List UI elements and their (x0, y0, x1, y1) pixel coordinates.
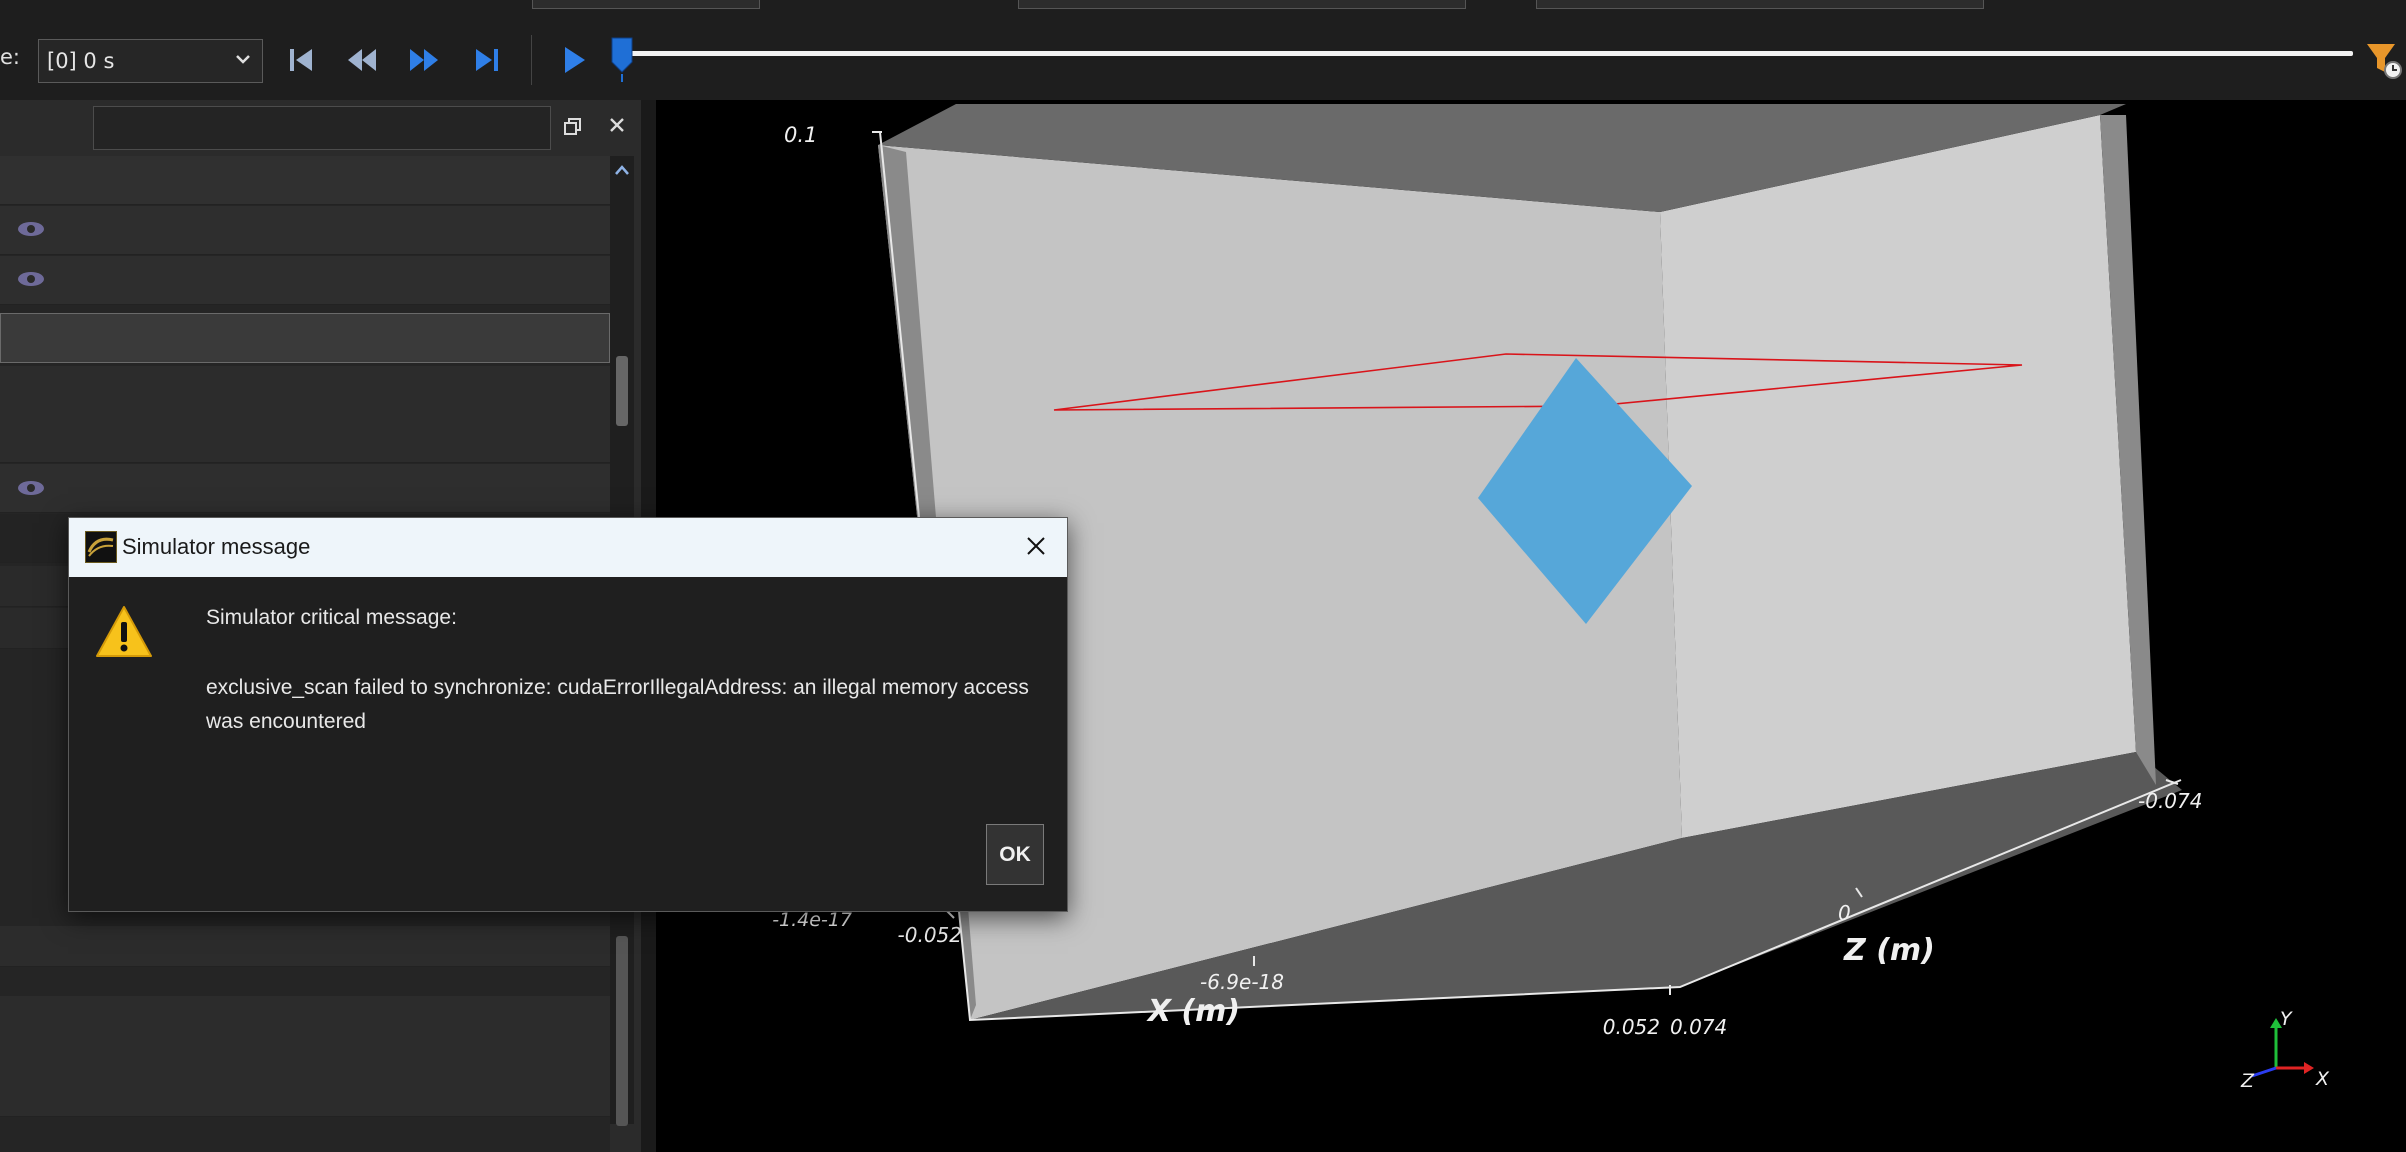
time-filter-icon[interactable] (2363, 40, 2403, 84)
x-axis-title: X (m) (1146, 994, 1240, 1029)
time-select[interactable]: [0] 0 s (38, 39, 263, 83)
tree-row-selected[interactable] (0, 313, 610, 363)
orientation-y-label: Y (2280, 1008, 2293, 1030)
tree-row[interactable] (0, 256, 610, 305)
y-axis-tick-label: 0.1 (784, 123, 817, 147)
previous-frame-button[interactable] (342, 40, 382, 80)
orientation-axes-widget: Y X Z (2240, 1008, 2330, 1092)
chevron-up-icon[interactable] (614, 162, 630, 181)
toolbar-separator (531, 35, 532, 85)
last-frame-button[interactable] (467, 40, 507, 80)
fast-forward-icon (410, 49, 438, 71)
chevron-down-icon (232, 48, 254, 74)
scrollbar-thumb[interactable] (616, 936, 628, 1126)
search-input[interactable] (93, 106, 551, 150)
first-frame-button[interactable] (281, 40, 321, 80)
tree-row[interactable] (0, 926, 610, 967)
z-axis-tick-label: 0.074 (1670, 1015, 1727, 1039)
time-select-value: [0] 0 s (47, 49, 115, 73)
tree-row[interactable] (0, 366, 610, 463)
warning-icon (93, 602, 155, 668)
skip-last-icon (476, 49, 498, 71)
z-axis-tick-label: -0.074 (2138, 789, 2202, 813)
x-axis-tick-label: -1.4e-17 (772, 909, 852, 931)
top-toolbar: e: [0] 0 s (0, 0, 2406, 100)
x-axis-tick-label: -0.052 (898, 923, 962, 947)
app-logo-icon (85, 531, 117, 563)
dialog-title: Simulator message (122, 534, 311, 559)
timeline-handle[interactable] (610, 36, 634, 88)
scrollbar-thumb[interactable] (616, 356, 628, 426)
close-panel-button[interactable] (606, 114, 628, 140)
orientation-x-label: X (2315, 1068, 2330, 1090)
tree-row[interactable] (0, 156, 610, 205)
visibility-eye-icon[interactable] (16, 219, 46, 243)
timeline-slider[interactable] (618, 51, 2353, 56)
orientation-z-label: Z (2240, 1070, 2255, 1092)
tree-row[interactable] (0, 206, 610, 255)
tree-row[interactable] (0, 996, 610, 1117)
next-frame-button[interactable] (404, 40, 444, 80)
toolbar-field[interactable] (532, 0, 760, 9)
play-icon (565, 47, 585, 73)
simulator-message-dialog: Simulator message Simulator critical mes… (68, 517, 1068, 912)
dialog-heading: Simulator critical message: (206, 606, 457, 629)
ok-button[interactable]: OK (986, 824, 1044, 885)
z-axis-tick-label: 0 (1838, 901, 1851, 925)
x-axis-tick-label: 0.052 (1603, 1015, 1660, 1039)
dialog-close-button[interactable] (1022, 532, 1050, 564)
visibility-eye-icon[interactable] (16, 478, 46, 502)
tree-row[interactable] (0, 464, 610, 513)
skip-first-icon (290, 49, 312, 71)
play-button[interactable] (554, 40, 594, 80)
restore-window-icon (564, 118, 581, 135)
rewind-icon (348, 49, 376, 71)
z-axis-title: Z (m) (1843, 933, 1935, 968)
visibility-eye-icon[interactable] (16, 269, 46, 293)
close-icon (1027, 537, 1045, 555)
close-icon (610, 118, 624, 132)
dialog-message: exclusive_scan failed to synchronize: cu… (206, 676, 1029, 733)
toolbar-field[interactable] (1536, 0, 1984, 9)
x-axis-tick-label: -6.9e-18 (1200, 970, 1284, 994)
toolbar-field[interactable] (1018, 0, 1466, 9)
float-panel-button[interactable] (562, 116, 584, 142)
box-wall (1660, 115, 2136, 838)
time-label: e: (0, 45, 20, 69)
dialog-title-bar[interactable]: Simulator message (69, 518, 1067, 577)
